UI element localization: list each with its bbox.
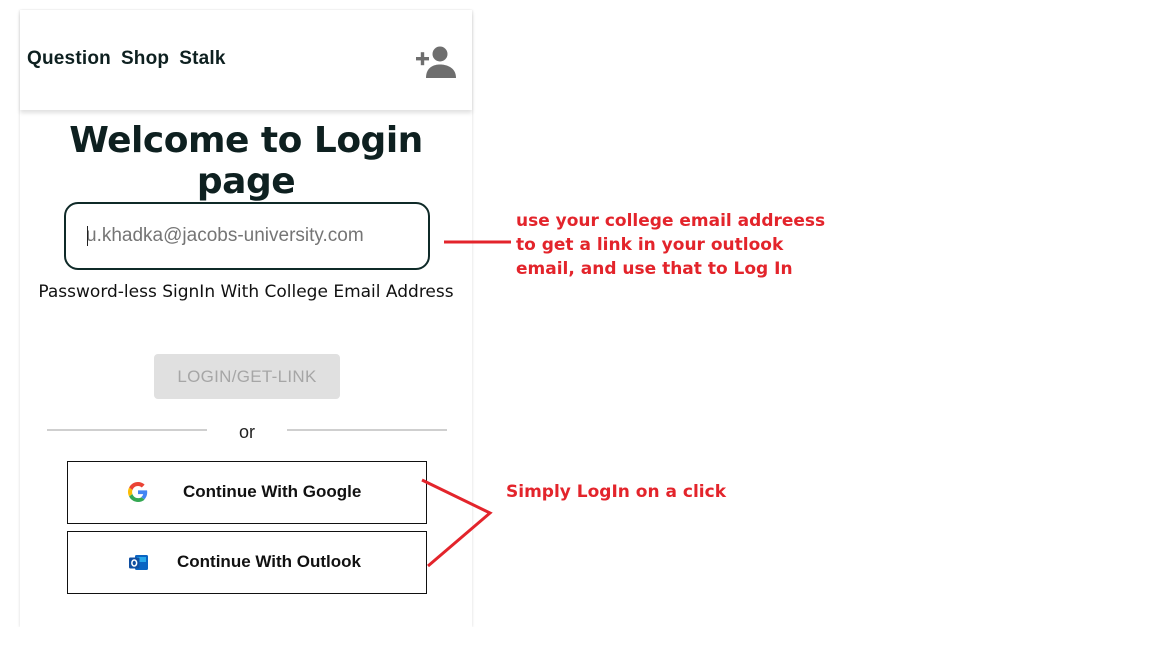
email-annotation-line-1: use your college email addreess bbox=[516, 211, 826, 231]
oauth-annotation: Simply LogIn on a click bbox=[506, 482, 727, 502]
email-annotation: use your college email addreess to get a… bbox=[516, 209, 825, 281]
oauth-annotation-arrow bbox=[421, 478, 493, 568]
email-annotation-line-2: to get a link in your outlook bbox=[516, 235, 784, 255]
email-annotation-line-3: email, and use that to Log In bbox=[516, 259, 793, 279]
annotation-arrows bbox=[421, 240, 511, 568]
